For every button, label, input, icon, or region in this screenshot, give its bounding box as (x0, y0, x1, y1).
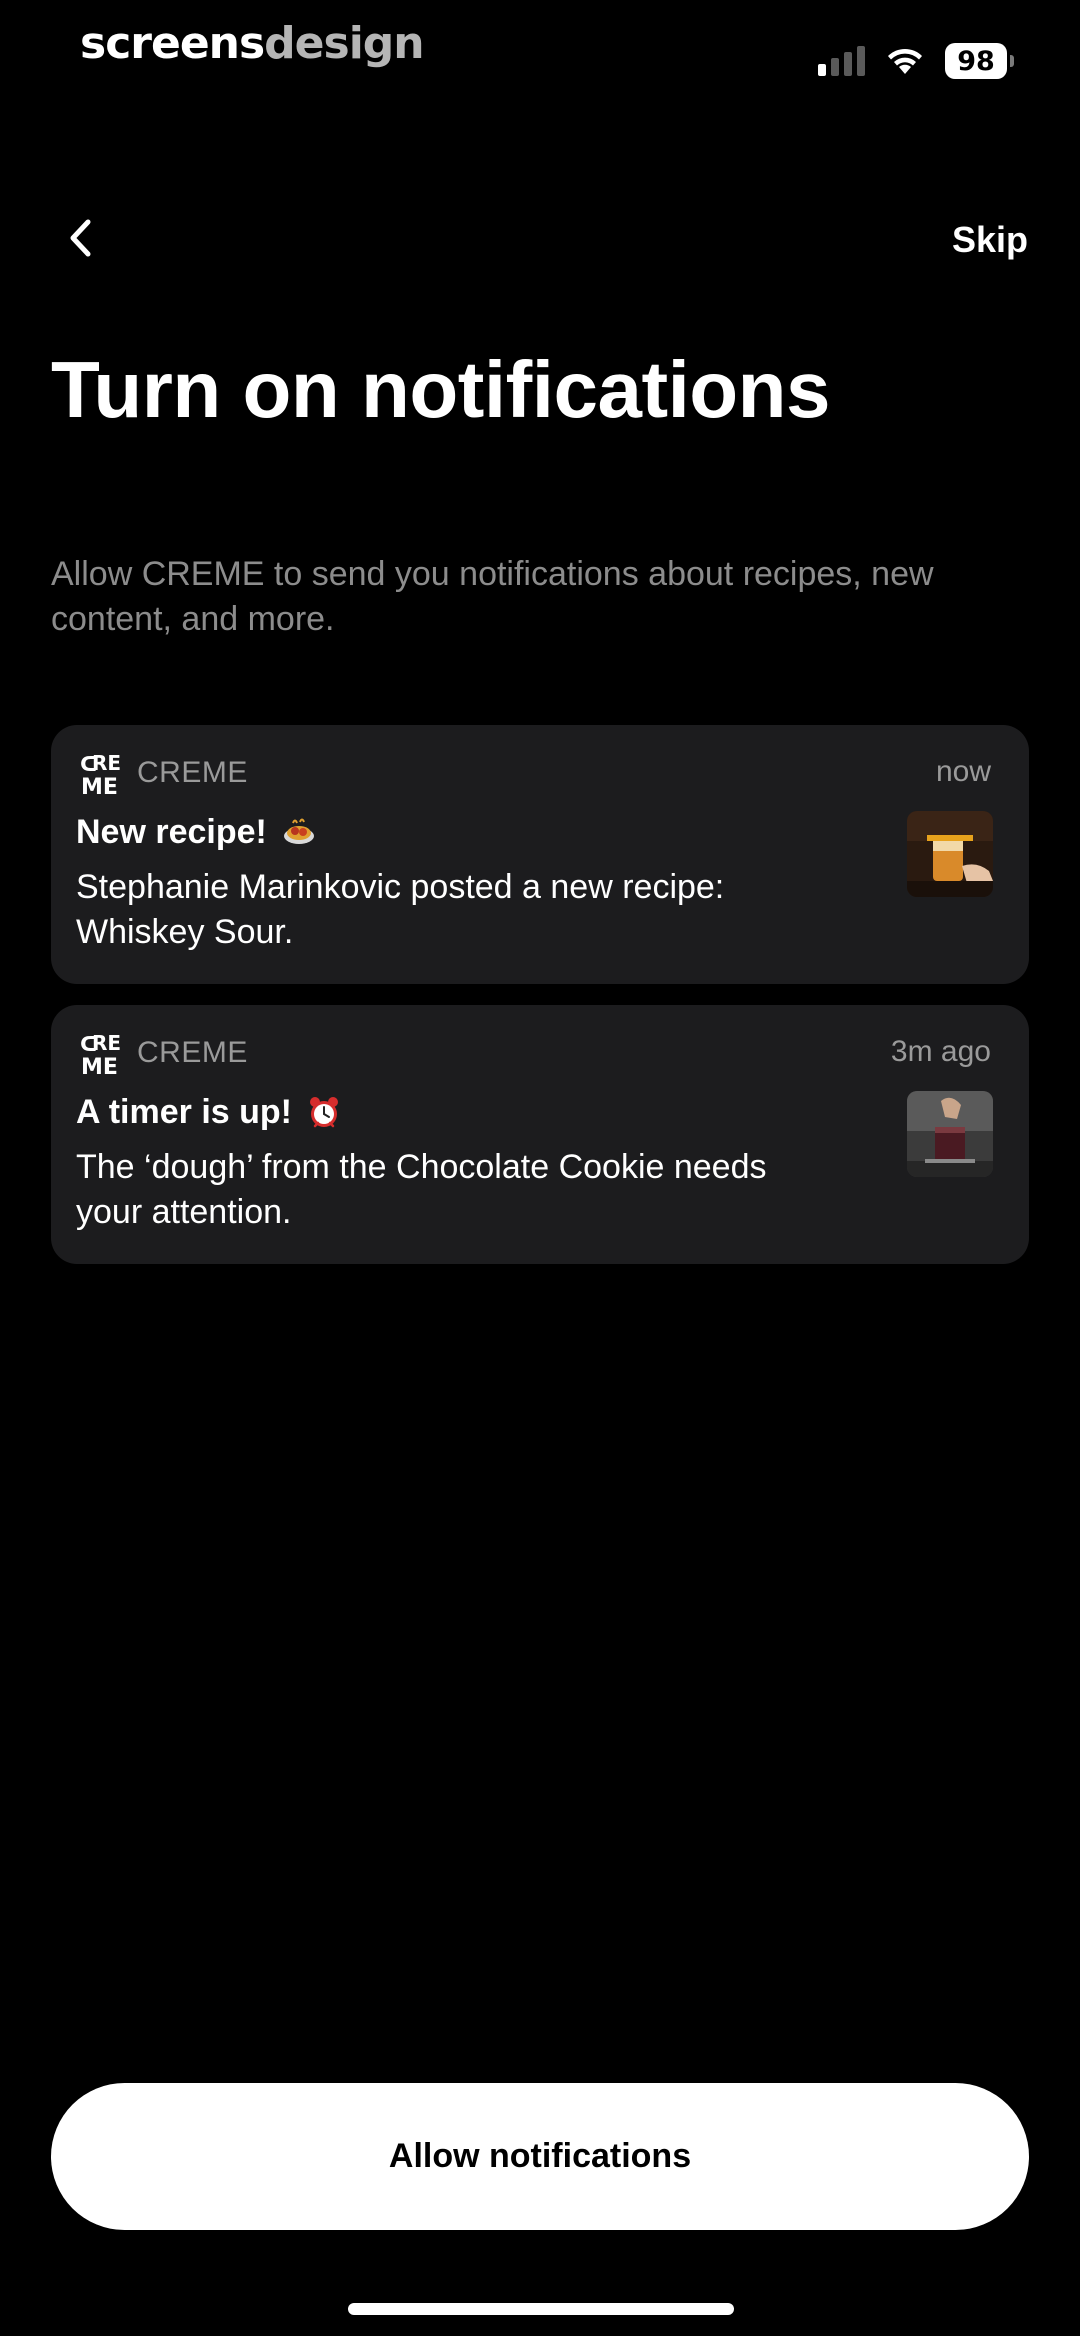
battery-level: 98 (945, 43, 1007, 79)
watermark-part1: screens (80, 18, 265, 69)
notification-card-new-recipe: ᑕ RE ME CREME now New recipe! Stephanie … (51, 725, 1029, 984)
notification-time: 3m ago (890, 1035, 991, 1068)
whiskey-sour-thumbnail (907, 811, 993, 897)
svg-text:RE: RE (92, 751, 121, 775)
home-indicator (348, 2303, 734, 2315)
page-title: Turn on notifications (51, 345, 831, 434)
notification-body: Stephanie Marinkovic posted a new recipe… (76, 868, 725, 951)
notification-title-text: A timer is up! (76, 1093, 292, 1131)
page-subtitle: Allow CREME to send you notifications ab… (51, 555, 934, 638)
screensdesign-watermark: screensdesign (80, 22, 425, 66)
svg-text:ME: ME (81, 1055, 118, 1079)
notification-title: A timer is up! (76, 1091, 342, 1133)
wifi-icon (888, 48, 922, 74)
notification-app-name: CREME (137, 756, 248, 789)
spaghetti-icon (281, 814, 317, 850)
watermark-part2: design (264, 18, 424, 69)
cellular-signal-icon (818, 46, 865, 76)
notification-app-name: CREME (137, 1036, 248, 1069)
notification-time: now (935, 755, 991, 788)
back-button[interactable] (52, 210, 108, 266)
cocktail-pour-thumbnail (907, 1091, 993, 1177)
chevron-left-icon (70, 219, 91, 257)
skip-button[interactable]: Skip (952, 216, 1028, 264)
creme-logo-icon: ᑕ RE ME (75, 1029, 125, 1079)
notification-title-text: New recipe! (76, 813, 267, 851)
svg-text:ME: ME (81, 775, 118, 799)
status-bar: 98 (818, 40, 1014, 82)
allow-notifications-button[interactable]: Allow notifications (51, 2083, 1029, 2230)
notification-card-timer: ᑕ RE ME CREME 3m ago A timer is up! The … (51, 1005, 1029, 1264)
battery-icon: 98 (945, 43, 1014, 79)
notification-title: New recipe! (76, 811, 317, 853)
creme-logo-icon: ᑕ RE ME (75, 749, 125, 799)
svg-text:RE: RE (92, 1031, 121, 1055)
alarm-clock-icon (306, 1094, 342, 1130)
notification-body: The ‘dough’ from the Chocolate Cookie ne… (76, 1148, 767, 1231)
